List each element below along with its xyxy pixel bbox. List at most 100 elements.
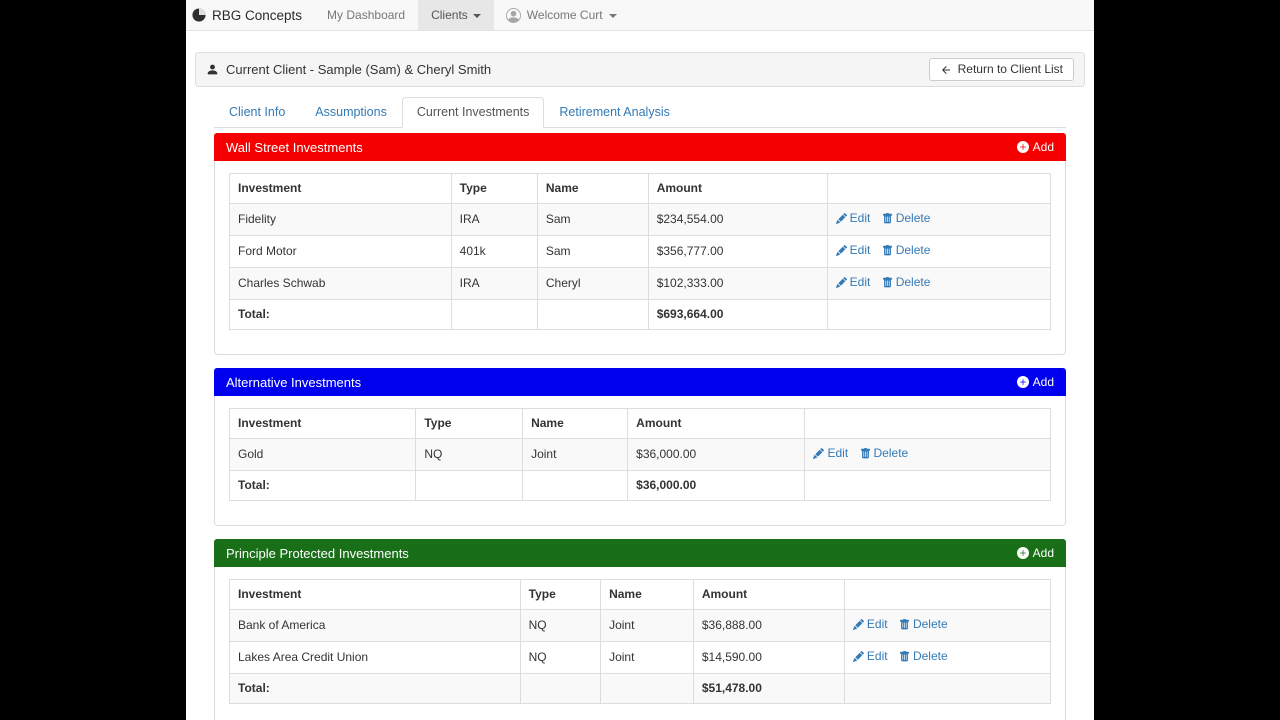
- cell-actions: Edit Delete: [844, 642, 1050, 674]
- top-navbar: RBG Concepts My Dashboard Clients Welcom…: [186, 0, 1094, 31]
- total-amount: $51,478.00: [693, 674, 844, 704]
- delete-link[interactable]: Delete: [882, 211, 931, 226]
- tab-content: Wall Street Investments Add: [214, 128, 1066, 720]
- column-header-investment: Investment: [230, 409, 416, 439]
- table-row: Fidelity IRA Sam $234,554.00 Edit Delete: [230, 204, 1051, 236]
- column-header-investment: Investment: [230, 174, 452, 204]
- nav-item-clients[interactable]: Clients: [418, 0, 494, 30]
- column-header-actions: [827, 174, 1050, 204]
- cell-name: Joint: [601, 642, 694, 674]
- cell-type: NQ: [520, 642, 600, 674]
- cell-type: NQ: [520, 610, 600, 642]
- cell-investment: Bank of America: [230, 610, 521, 642]
- total-row: Total: $51,478.00: [230, 674, 1051, 704]
- cell-name: Joint: [523, 439, 628, 471]
- cell-amount: $102,333.00: [648, 268, 827, 300]
- column-header-amount: Amount: [648, 174, 827, 204]
- panel-principle-protected-investments: Principle Protected Investments Add: [214, 539, 1066, 720]
- letterboxed-background: RBG Concepts My Dashboard Clients Welcom…: [0, 0, 1280, 720]
- tab-retirement-analysis[interactable]: Retirement Analysis: [544, 97, 684, 128]
- panel-body: Investment Type Name Amount: [215, 396, 1065, 525]
- user-avatar-icon: [506, 8, 521, 23]
- column-header-actions: [805, 409, 1051, 439]
- column-header-name: Name: [537, 174, 648, 204]
- cell-name: Joint: [601, 610, 694, 642]
- return-to-client-list-button[interactable]: Return to Client List: [929, 58, 1074, 81]
- caret-down-icon: [609, 14, 617, 18]
- pencil-icon: [853, 619, 864, 630]
- edit-link[interactable]: Edit: [853, 649, 888, 664]
- edit-link[interactable]: Edit: [836, 243, 871, 258]
- add-investment-button[interactable]: Add: [1017, 546, 1054, 560]
- delete-link[interactable]: Delete: [899, 649, 948, 664]
- delete-link[interactable]: Delete: [899, 617, 948, 632]
- cell-actions: Edit Delete: [844, 610, 1050, 642]
- column-header-investment: Investment: [230, 580, 521, 610]
- column-header-amount: Amount: [693, 580, 844, 610]
- column-header-amount: Amount: [628, 409, 805, 439]
- plus-circle-icon: [1017, 547, 1029, 559]
- table-row: Lakes Area Credit Union NQ Joint $14,590…: [230, 642, 1051, 674]
- panel-title: Principle Protected Investments: [226, 546, 409, 561]
- tab-area: Client Info Assumptions Current Investme…: [195, 97, 1085, 720]
- trash-icon: [860, 448, 871, 459]
- edit-link[interactable]: Edit: [836, 275, 871, 290]
- tab-client-info[interactable]: Client Info: [214, 97, 300, 128]
- table-row: Bank of America NQ Joint $36,888.00 Edit…: [230, 610, 1051, 642]
- edit-link[interactable]: Edit: [853, 617, 888, 632]
- page-title: Current Client - Sample (Sam) & Cheryl S…: [226, 60, 491, 80]
- delete-link[interactable]: Delete: [882, 243, 931, 258]
- total-row: Total: $693,664.00: [230, 300, 1051, 330]
- plus-circle-icon: [1017, 376, 1029, 388]
- panel-alternative-investments: Alternative Investments Add: [214, 368, 1066, 526]
- cell-investment: Ford Motor: [230, 236, 452, 268]
- edit-link[interactable]: Edit: [836, 211, 871, 226]
- cell-investment: Gold: [230, 439, 416, 471]
- cell-amount: $14,590.00: [693, 642, 844, 674]
- total-amount: $693,664.00: [648, 300, 827, 330]
- table-row: Gold NQ Joint $36,000.00 Edit Delete: [230, 439, 1051, 471]
- app-window: RBG Concepts My Dashboard Clients Welcom…: [186, 0, 1094, 720]
- trash-icon: [899, 651, 910, 662]
- page-header: Current Client - Sample (Sam) & Cheryl S…: [195, 52, 1085, 87]
- column-header-type: Type: [416, 409, 523, 439]
- cell-investment: Fidelity: [230, 204, 452, 236]
- tab-current-investments[interactable]: Current Investments: [402, 97, 545, 128]
- pencil-icon: [853, 651, 864, 662]
- pencil-icon: [813, 448, 824, 459]
- cell-type: 401k: [451, 236, 537, 268]
- panel-header: Wall Street Investments Add: [214, 133, 1066, 161]
- panel-title: Alternative Investments: [226, 375, 361, 390]
- total-amount: $36,000.00: [628, 471, 805, 501]
- pencil-icon: [836, 213, 847, 224]
- trash-icon: [899, 619, 910, 630]
- navbar-brand[interactable]: RBG Concepts: [186, 0, 314, 30]
- user-menu[interactable]: Welcome Curt: [494, 0, 629, 30]
- arrow-left-icon: [940, 64, 952, 76]
- cell-actions: Edit Delete: [827, 268, 1050, 300]
- pencil-icon: [836, 277, 847, 288]
- delete-link[interactable]: Delete: [860, 446, 909, 461]
- delete-link[interactable]: Delete: [882, 275, 931, 290]
- investments-table: Investment Type Name Amount: [229, 408, 1051, 501]
- header-row: Investment Type Name Amount: [230, 174, 1051, 204]
- add-investment-button[interactable]: Add: [1017, 140, 1054, 154]
- column-header-type: Type: [520, 580, 600, 610]
- panel-title: Wall Street Investments: [226, 140, 363, 155]
- edit-link[interactable]: Edit: [813, 446, 848, 461]
- cell-investment: Charles Schwab: [230, 268, 452, 300]
- tab-assumptions[interactable]: Assumptions: [300, 97, 402, 128]
- nav-item-my-dashboard[interactable]: My Dashboard: [314, 0, 418, 30]
- caret-down-icon: [473, 14, 481, 18]
- investments-table: Investment Type Name Amount: [229, 173, 1051, 330]
- trash-icon: [882, 213, 893, 224]
- user-menu-label: Welcome Curt: [527, 8, 603, 22]
- cell-amount: $234,554.00: [648, 204, 827, 236]
- cell-actions: Edit Delete: [827, 204, 1050, 236]
- cell-type: IRA: [451, 268, 537, 300]
- person-icon: [206, 63, 219, 76]
- add-investment-button[interactable]: Add: [1017, 375, 1054, 389]
- cell-amount: $356,777.00: [648, 236, 827, 268]
- trash-icon: [882, 245, 893, 256]
- cell-type: NQ: [416, 439, 523, 471]
